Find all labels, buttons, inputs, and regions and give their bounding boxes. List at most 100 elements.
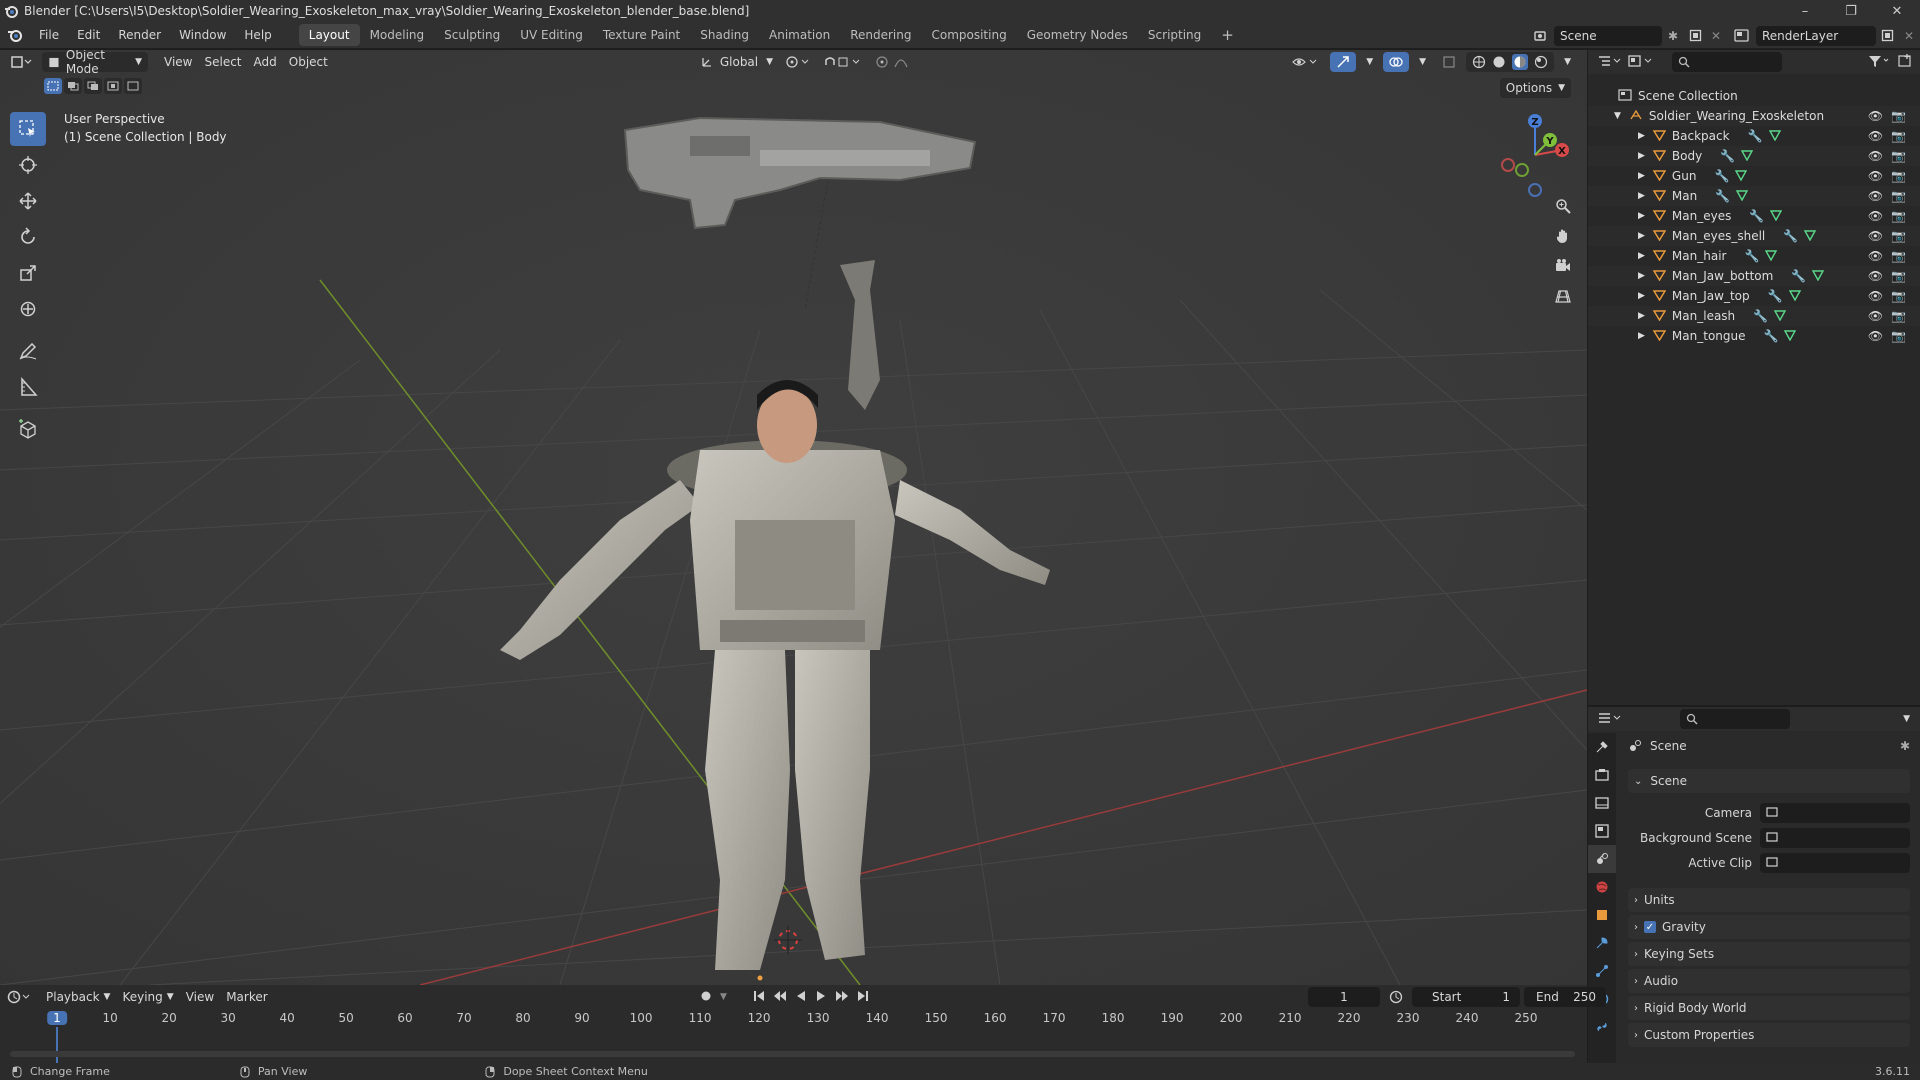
scene-tab-icon[interactable]	[1588, 845, 1616, 873]
select-subtract-icon[interactable]	[84, 78, 102, 94]
eye-icon[interactable]: 👁	[1868, 189, 1883, 203]
eye-icon[interactable]: 👁	[1868, 169, 1883, 183]
eye-icon[interactable]: 👁	[1868, 229, 1883, 243]
subpanel-header[interactable]: › Rigid Body World	[1628, 996, 1910, 1020]
menu-render[interactable]: Render	[109, 22, 170, 49]
eye-icon[interactable]: 👁	[1868, 249, 1883, 263]
timeline-menu-keying[interactable]: Keying ▼	[116, 987, 179, 1007]
select-invert-icon[interactable]	[104, 78, 122, 94]
timeline-menu-playback[interactable]: Playback ▼	[40, 987, 116, 1007]
select-extend-icon[interactable]	[64, 78, 82, 94]
menu-window[interactable]: Window	[170, 22, 235, 49]
transform-orientation-dropdown[interactable]: Global ▼	[694, 52, 779, 72]
add-workspace-button[interactable]: +	[1211, 24, 1244, 46]
outliner-row-object[interactable]: ▶ Man_tongue 🔧 👁 📷	[1588, 326, 1920, 346]
scale-tool[interactable]	[10, 256, 46, 290]
editor-type-icon[interactable]	[0, 55, 42, 69]
zoom-view-icon[interactable]	[1549, 192, 1577, 220]
camera-icon[interactable]: 📷	[1891, 249, 1906, 263]
viewport-menu-object[interactable]: Object	[283, 52, 334, 72]
tab-modeling[interactable]: Modeling	[360, 24, 435, 46]
camera-icon[interactable]: 📷	[1891, 109, 1906, 123]
subpanel-header[interactable]: › Audio	[1628, 969, 1910, 993]
eye-icon[interactable]: 👁	[1868, 149, 1883, 163]
camera-icon[interactable]: 📷	[1891, 269, 1906, 283]
property-field[interactable]	[1760, 853, 1910, 873]
mesh-data-icon[interactable]	[1770, 209, 1783, 224]
object-mode-dropdown[interactable]: Object Mode ▼	[42, 50, 148, 76]
playhead-line[interactable]	[56, 1027, 58, 1063]
scene-name-field[interactable]: Scene	[1554, 25, 1662, 46]
modifier-icon[interactable]: 🔧	[1715, 189, 1730, 203]
eye-icon[interactable]: 👁	[1868, 109, 1883, 123]
timeline-menu-view[interactable]: View	[180, 987, 220, 1007]
view-layer-tab-icon[interactable]	[1588, 817, 1616, 845]
select-new-icon[interactable]	[44, 78, 62, 94]
end-frame-field[interactable]: End 250	[1524, 987, 1606, 1007]
modifier-icon[interactable]: 🔧	[1764, 329, 1779, 343]
scene-panel-header[interactable]: ⌄ Scene	[1628, 769, 1910, 793]
mesh-data-icon[interactable]	[1765, 249, 1778, 264]
tab-rendering[interactable]: Rendering	[840, 24, 921, 46]
outliner-row-object[interactable]: ▶ Body 🔧 👁 📷	[1588, 146, 1920, 166]
outliner-row-object[interactable]: ▶ Man_Jaw_bottom 🔧 👁 📷	[1588, 266, 1920, 286]
visibility-selectability-icon[interactable]	[1286, 52, 1326, 72]
perspective-toggle-icon[interactable]	[1549, 282, 1577, 310]
tab-shading[interactable]: Shading	[690, 24, 759, 46]
outliner-editor-icon[interactable]	[1598, 54, 1628, 71]
rotate-tool[interactable]	[10, 220, 46, 254]
outliner-row-root-object[interactable]: ▼ Soldier_Wearing_Exoskeleton 👁 📷	[1588, 106, 1920, 126]
object-tab-icon[interactable]	[1588, 901, 1616, 929]
modifier-icon[interactable]: 🔧	[1791, 269, 1806, 283]
select-intersect-icon[interactable]	[124, 78, 142, 94]
camera-icon[interactable]: 📷	[1891, 169, 1906, 183]
timeline-menu-marker[interactable]: Marker	[220, 987, 273, 1007]
viewport-scene[interactable]	[0, 50, 1587, 985]
mesh-data-icon[interactable]	[1784, 329, 1797, 344]
use-preview-range-icon[interactable]	[1384, 990, 1408, 1004]
outliner-row-object[interactable]: ▶ Man_eyes_shell 🔧 👁 📷	[1588, 226, 1920, 246]
viewport-menu-select[interactable]: Select	[198, 52, 247, 72]
play-icon[interactable]	[815, 990, 827, 1005]
delete-view-layer-icon[interactable]: ✕	[1898, 29, 1920, 43]
subpanel-header[interactable]: › ✓ Gravity	[1628, 915, 1910, 939]
material-preview-icon[interactable]	[1512, 54, 1529, 70]
expand-arrow-icon[interactable]: ▶	[1638, 251, 1645, 261]
wireframe-shading-icon[interactable]	[1472, 55, 1486, 69]
timeline-scrollbar[interactable]	[10, 1051, 1575, 1057]
view-layer-field[interactable]: RenderLayer	[1756, 25, 1876, 46]
solid-shading-icon[interactable]	[1492, 55, 1506, 69]
camera-icon[interactable]: 📷	[1891, 329, 1906, 343]
camera-icon[interactable]: 📷	[1891, 309, 1906, 323]
expand-arrow-icon[interactable]: ▶	[1638, 191, 1645, 201]
expand-arrow-icon[interactable]: ▶	[1638, 331, 1645, 341]
property-field[interactable]	[1760, 828, 1910, 848]
outliner-search-field[interactable]	[1672, 52, 1782, 72]
add-cube-tool[interactable]	[10, 412, 46, 446]
expand-arrow-icon[interactable]: ▶	[1638, 291, 1645, 301]
overlays-toggle-icon[interactable]	[1383, 52, 1410, 72]
cursor-tool[interactable]	[10, 148, 46, 182]
keying-dropdown-icon[interactable]: ▼	[720, 992, 727, 1002]
modifier-icon[interactable]: 🔧	[1749, 209, 1764, 223]
expand-arrow-icon[interactable]: ▶	[1638, 131, 1645, 141]
camera-icon[interactable]: 📷	[1891, 209, 1906, 223]
measure-tool[interactable]	[10, 370, 46, 404]
camera-icon[interactable]: 📷	[1891, 229, 1906, 243]
minimize-button[interactable]: –	[1782, 0, 1828, 22]
camera-icon[interactable]: 📷	[1891, 289, 1906, 303]
camera-view-icon[interactable]	[1549, 252, 1577, 280]
start-frame-field[interactable]: Start 1	[1412, 987, 1520, 1007]
properties-editor-icon[interactable]	[1598, 711, 1634, 728]
tab-sculpting[interactable]: Sculpting	[434, 24, 510, 46]
tab-uv-editing[interactable]: UV Editing	[510, 24, 593, 46]
mesh-data-icon[interactable]	[1788, 289, 1801, 304]
filter-icon[interactable]	[1868, 54, 1890, 71]
eye-icon[interactable]: 👁	[1868, 289, 1883, 303]
camera-icon[interactable]: 📷	[1891, 149, 1906, 163]
tab-geometry-nodes[interactable]: Geometry Nodes	[1017, 24, 1138, 46]
expand-arrow-icon[interactable]: ▶	[1638, 311, 1645, 321]
modifier-icon[interactable]: 🔧	[1768, 289, 1783, 303]
tool-tab-icon[interactable]	[1588, 733, 1616, 761]
modifier-tab-icon[interactable]	[1588, 929, 1616, 957]
